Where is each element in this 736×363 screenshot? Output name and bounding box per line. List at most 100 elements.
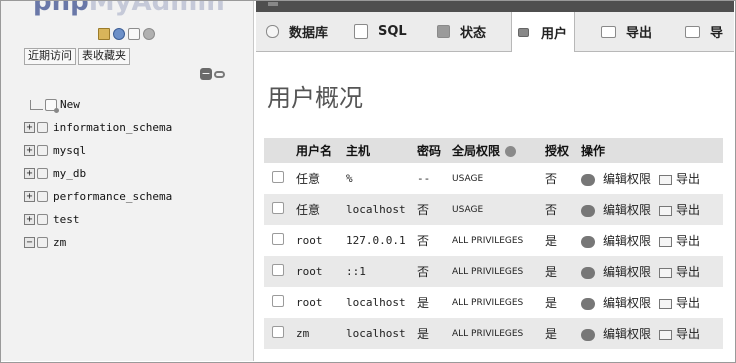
export-icon[interactable] xyxy=(659,267,673,278)
tab-users[interactable]: 用户 xyxy=(511,12,576,52)
export-link[interactable]: 导出 xyxy=(676,234,700,248)
docs-icon[interactable] xyxy=(128,28,140,40)
edit-privileges-icon[interactable] xyxy=(581,266,595,279)
cell-host: % xyxy=(346,163,417,194)
exit-icon[interactable] xyxy=(113,28,125,40)
cell-username: 任意 xyxy=(296,163,346,194)
link-with-main-icon[interactable] xyxy=(214,70,225,78)
expand-icon[interactable]: + xyxy=(24,168,35,179)
edit-privileges-link[interactable]: 编辑权限 xyxy=(603,234,651,248)
tab-export[interactable]: 导出 xyxy=(601,12,652,51)
tree-item-label[interactable]: my_db xyxy=(53,167,86,180)
export-link[interactable]: 导出 xyxy=(676,327,700,341)
header-global-privileges[interactable]: 全局权限 xyxy=(452,138,545,163)
tree-item-label[interactable]: New xyxy=(60,98,80,111)
cell-privileges: ALL PRIVILEGES xyxy=(452,225,545,256)
tree-item-information-schema[interactable]: + information_schema xyxy=(24,116,172,139)
edit-privileges-icon[interactable] xyxy=(581,297,595,310)
header-username[interactable]: 用户名 xyxy=(296,138,346,163)
tree-item-mysql[interactable]: + mysql xyxy=(24,139,172,162)
collapse-icon[interactable]: − xyxy=(24,237,35,248)
table-row: root ::1 否 ALL PRIVILEGES 是 编辑权限 导出 xyxy=(264,256,723,287)
tree-item-performance-schema[interactable]: + performance_schema xyxy=(24,185,172,208)
row-checkbox[interactable] xyxy=(272,171,284,183)
row-checkbox[interactable] xyxy=(272,202,284,214)
tab-label: 导 xyxy=(710,26,724,41)
settings-icon[interactable] xyxy=(143,28,155,40)
database-icon xyxy=(37,168,48,179)
tree-item-label[interactable]: information_schema xyxy=(53,121,172,134)
tab-label: SQL xyxy=(378,24,407,39)
tree-item-new[interactable]: New xyxy=(24,93,172,116)
edit-privileges-link[interactable]: 编辑权限 xyxy=(603,327,651,341)
edit-privileges-link[interactable]: 编辑权限 xyxy=(603,172,651,186)
tree-item-label[interactable]: mysql xyxy=(53,144,86,157)
expand-icon[interactable]: + xyxy=(24,145,35,156)
cell-grant: 是 xyxy=(545,256,581,287)
cell-actions: 编辑权限 导出 xyxy=(581,287,723,318)
export-link[interactable]: 导出 xyxy=(676,296,700,310)
tab-databases[interactable]: 数据库 xyxy=(266,12,328,51)
phpmyadmin-logo[interactable]: phpMyAdmin xyxy=(33,1,225,17)
cell-password: -- xyxy=(417,163,452,194)
edit-privileges-link[interactable]: 编辑权限 xyxy=(603,203,651,217)
tab-import[interactable]: 导 xyxy=(685,12,723,51)
cell-privileges: ALL PRIVILEGES xyxy=(452,256,545,287)
tab-label: 数据库 xyxy=(289,26,329,41)
header-host[interactable]: 主机 xyxy=(346,138,417,163)
tree-item-label[interactable]: performance_schema xyxy=(53,190,172,203)
export-icon[interactable] xyxy=(659,329,673,340)
tab-status[interactable]: 状态 xyxy=(437,12,486,51)
expand-icon[interactable]: + xyxy=(24,214,35,225)
row-checkbox[interactable] xyxy=(272,233,284,245)
home-icon[interactable] xyxy=(98,28,110,40)
database-icon xyxy=(37,122,48,133)
tree-item-label[interactable]: zm xyxy=(53,236,66,249)
favorites-tab[interactable]: 表收藏夹 xyxy=(78,48,130,65)
cell-actions: 编辑权限 导出 xyxy=(581,194,723,225)
tab-sql[interactable]: SQL xyxy=(354,12,407,51)
expand-icon[interactable]: + xyxy=(24,122,35,133)
help-icon[interactable] xyxy=(505,146,517,157)
tree-branch-line xyxy=(30,99,43,110)
edit-privileges-icon[interactable] xyxy=(581,328,595,341)
table-row: 任意 % -- USAGE 否 编辑权限 导出 xyxy=(264,163,723,194)
cell-grant: 是 xyxy=(545,318,581,349)
recent-tab[interactable]: 近期访问 xyxy=(24,48,76,65)
header-grant[interactable]: 授权 xyxy=(545,138,581,163)
edit-privileges-icon[interactable] xyxy=(581,235,595,248)
cell-username: zm xyxy=(296,318,346,349)
edit-privileges-icon[interactable] xyxy=(581,204,595,217)
row-checkbox[interactable] xyxy=(272,295,284,307)
expand-icon[interactable]: + xyxy=(24,191,35,202)
tree-item-zm[interactable]: − zm xyxy=(24,231,172,254)
tree-item-test[interactable]: + test xyxy=(24,208,172,231)
new-database-icon xyxy=(45,98,59,113)
export-icon[interactable] xyxy=(659,174,673,185)
logo-part-php: php xyxy=(33,1,89,17)
cell-password: 否 xyxy=(417,256,452,287)
tree-item-label[interactable]: test xyxy=(53,213,80,226)
tree-item-my-db[interactable]: + my_db xyxy=(24,162,172,185)
export-link[interactable]: 导出 xyxy=(676,203,700,217)
edit-privileges-link[interactable]: 编辑权限 xyxy=(603,296,651,310)
edit-privileges-icon[interactable] xyxy=(581,173,595,186)
collapse-all-icon[interactable]: − xyxy=(200,68,212,80)
cell-password: 否 xyxy=(417,225,452,256)
row-checkbox[interactable] xyxy=(272,264,284,276)
cell-grant: 是 xyxy=(545,287,581,318)
export-icon[interactable] xyxy=(659,205,673,216)
export-link[interactable]: 导出 xyxy=(676,172,700,186)
logo-part-myadmin: MyAdmin xyxy=(88,1,225,17)
row-checkbox[interactable] xyxy=(272,326,284,338)
cell-password: 否 xyxy=(417,194,452,225)
database-icon xyxy=(37,145,48,156)
export-link[interactable]: 导出 xyxy=(676,265,700,279)
tree-controls: − xyxy=(200,68,225,80)
export-icon[interactable] xyxy=(659,236,673,247)
edit-privileges-link[interactable]: 编辑权限 xyxy=(603,265,651,279)
header-checkbox xyxy=(264,138,296,163)
export-icon[interactable] xyxy=(659,298,673,309)
page-title: 用户概况 xyxy=(267,84,363,112)
header-password[interactable]: 密码 xyxy=(417,138,452,163)
